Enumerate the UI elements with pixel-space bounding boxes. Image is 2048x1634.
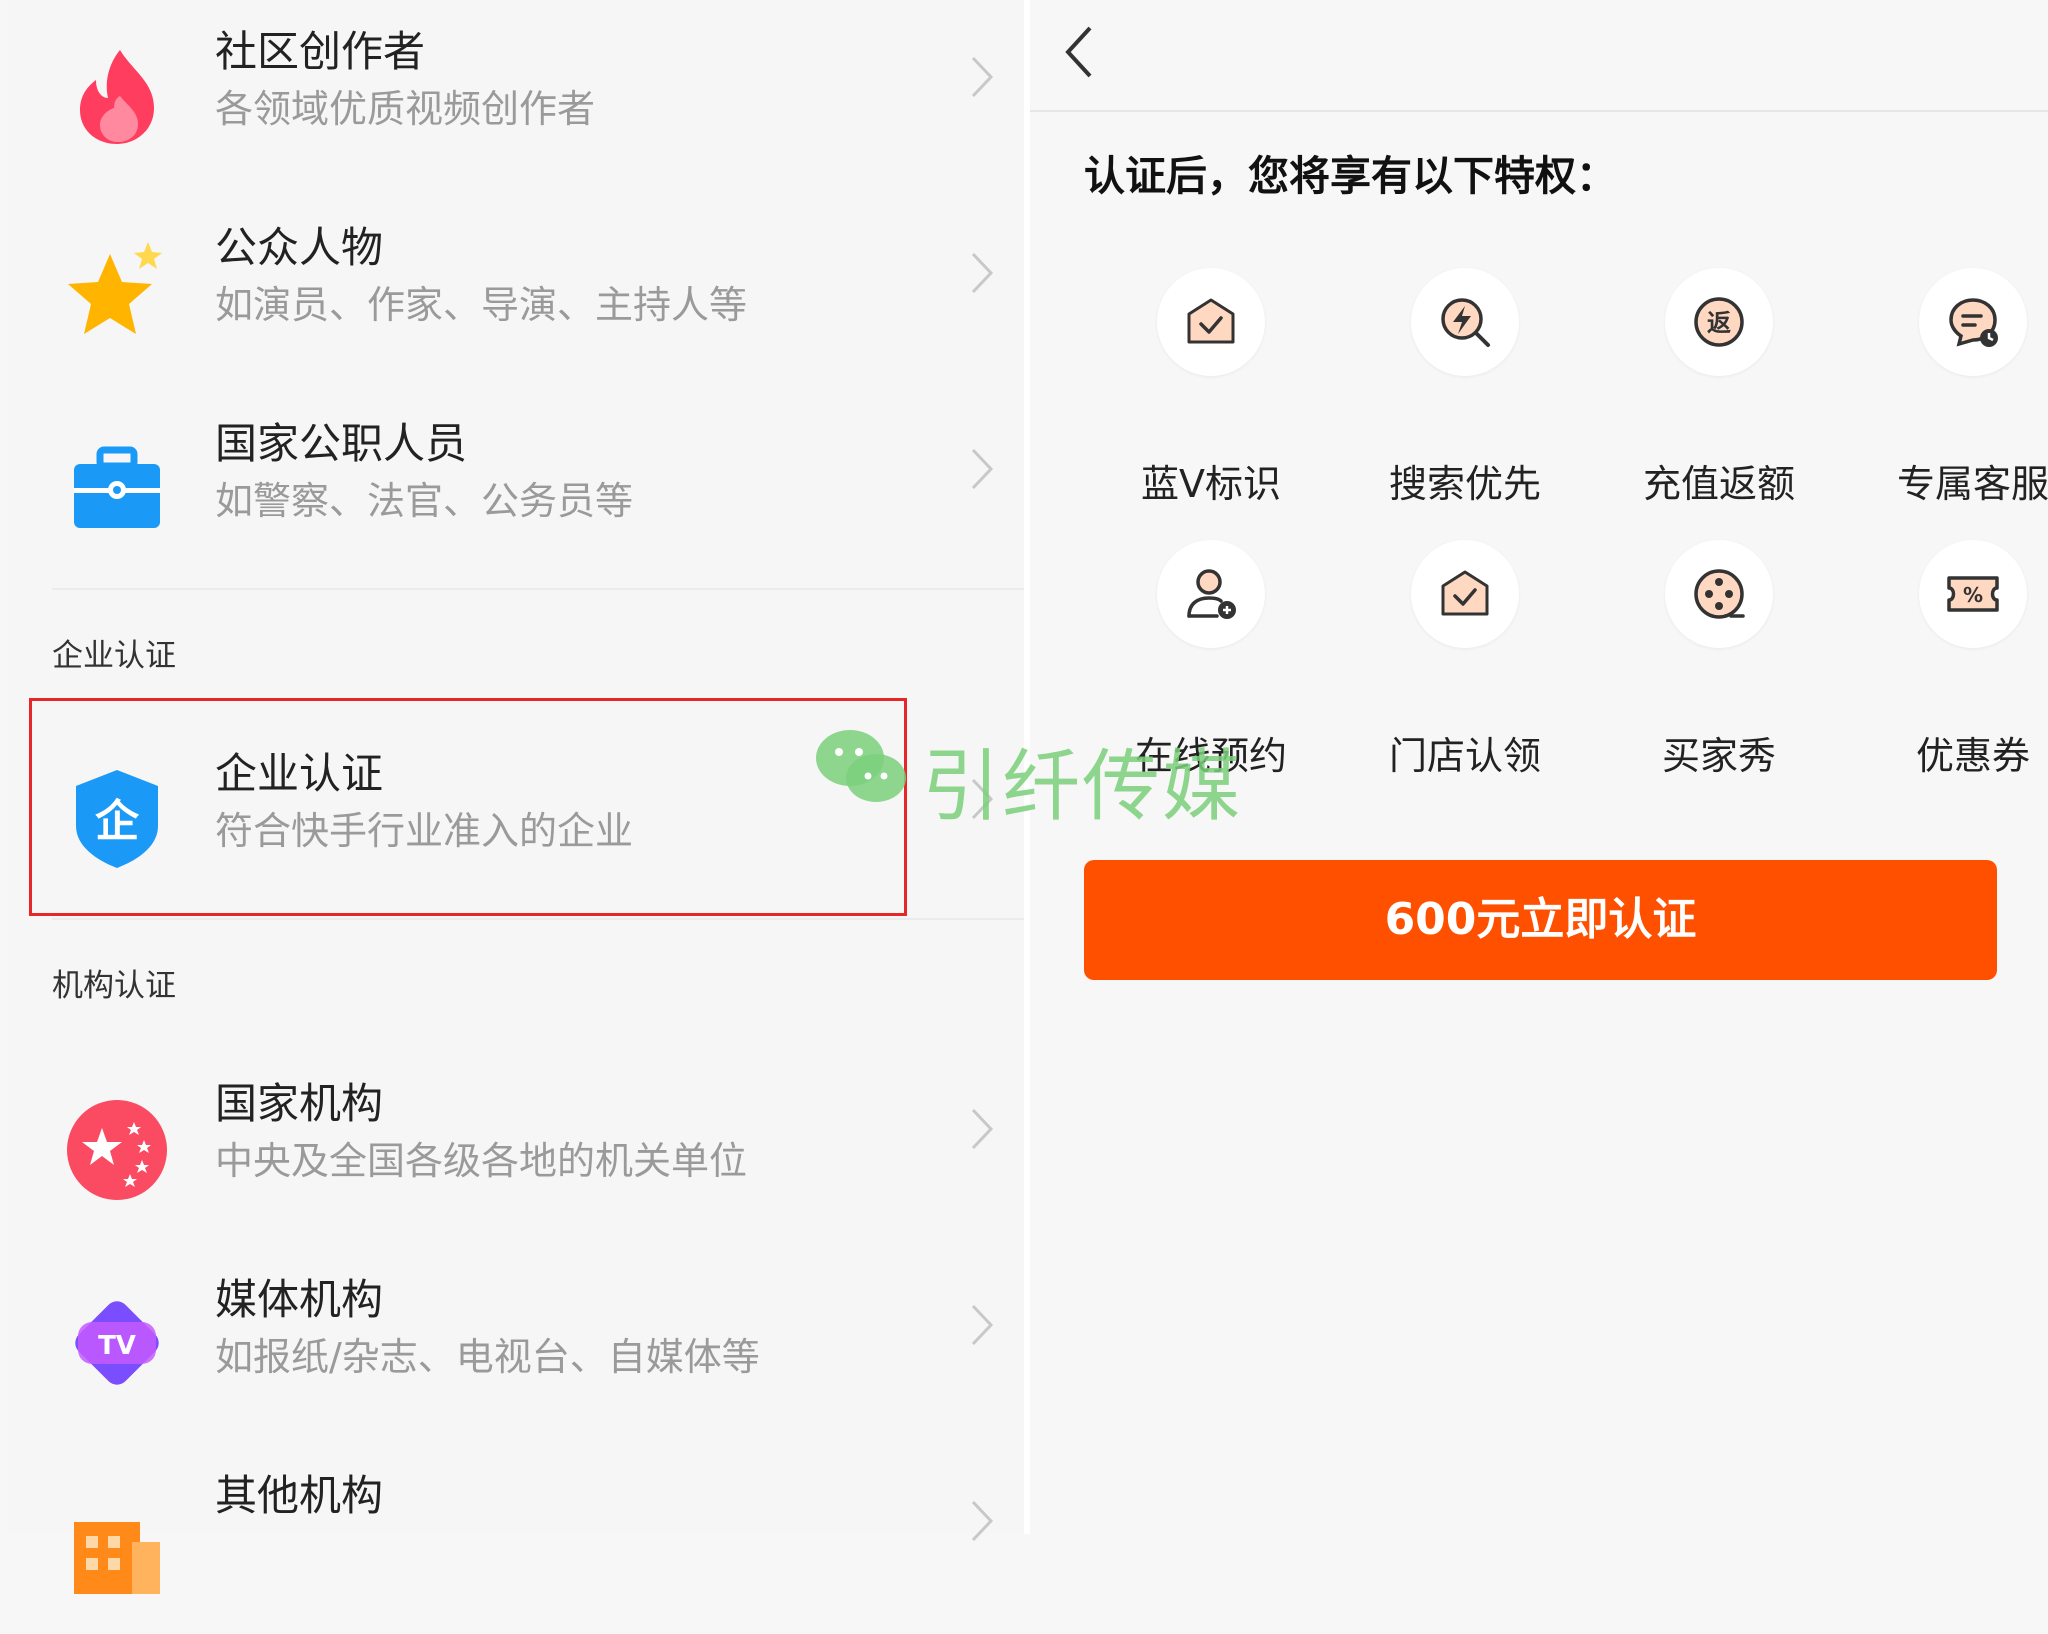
perk-customer-service[interactable]: 专属客服 [1846, 268, 2048, 518]
perk-label: 蓝V标识 [1141, 462, 1281, 506]
chevron-right-icon [971, 1500, 994, 1542]
perk-label: 在线预约 [1134, 734, 1287, 778]
perk-icon-circle [1157, 268, 1265, 376]
verify-now-button[interactable]: 600元立即认证 [1084, 860, 1997, 980]
perk-label: 搜索优先 [1388, 462, 1541, 506]
section-label-organization: 机构认证 [52, 968, 176, 1004]
list-item-civil-servant[interactable]: 国家公职人员 如警察、法官、公务员等 [7, 392, 1024, 582]
perk-online-booking[interactable]: 在线预约 [1084, 540, 1338, 790]
customer-service-icon [1949, 298, 1998, 347]
row-title: 国家机构 [215, 1079, 384, 1128]
perk-icon-circle [1665, 540, 1773, 648]
flame-icon [80, 50, 154, 144]
perk-blue-v[interactable]: 蓝V标识 [1084, 268, 1338, 518]
row-title: 其他机构 [215, 1471, 384, 1520]
row-title: 国家公职人员 [215, 419, 468, 468]
perk-coupon[interactable]: % 优惠券 [1846, 540, 2048, 790]
privileges-pane: 认证后，您将享有以下特权： 蓝V标识 搜索优先 返 充值返额 专属客服 在线预约… [1030, 0, 2048, 1534]
perk-store-claim[interactable]: 门店认领 [1338, 540, 1592, 790]
perk-label: 买家秀 [1661, 734, 1776, 778]
chevron-right-icon [971, 1304, 994, 1346]
list-item-national-agency[interactable]: 国家机构 中央及全国各级各地的机关单位 [7, 1052, 1024, 1242]
section-divider [52, 588, 1024, 590]
tv-badge-text: TV [98, 1331, 136, 1361]
national-stars-icon [67, 1100, 167, 1200]
highlight-box [29, 698, 907, 916]
building-icon [74, 1522, 160, 1594]
blue-v-badge-icon [1187, 298, 1235, 344]
buyer-show-icon [1694, 569, 1745, 619]
row-desc: 如演员、作家、导演、主持人等 [215, 283, 748, 327]
perk-cashback[interactable]: 返 充值返额 [1592, 268, 1846, 518]
perk-buyer-show[interactable]: 买家秀 [1592, 540, 1846, 790]
perk-search-priority[interactable]: 搜索优先 [1338, 268, 1592, 518]
coupon-char: % [1963, 583, 1983, 607]
perk-label: 门店认领 [1388, 734, 1541, 778]
online-booking-icon [1187, 569, 1236, 619]
chevron-right-icon [971, 448, 994, 490]
row-title: 公众人物 [215, 223, 384, 272]
row-desc: 中央及全国各级各地的机关单位 [215, 1139, 748, 1183]
perk-icon-circle [1411, 268, 1519, 376]
store-claim-icon [1441, 570, 1489, 616]
row-desc: 如警察、法官、公务员等 [215, 479, 634, 523]
cashback-icon: 返 [1694, 297, 1744, 347]
search-priority-icon [1441, 298, 1490, 347]
perk-label: 专属客服 [1896, 462, 2048, 506]
tv-icon: TV [75, 1301, 159, 1385]
list-item-media-agency[interactable]: TV 媒体机构 如报纸/杂志、电视台、自媒体等 [7, 1248, 1024, 1438]
row-desc: 各领域优质视频创作者 [215, 87, 596, 131]
row-title: 社区创作者 [215, 27, 426, 76]
privileges-heading: 认证后，您将享有以下特权： [1084, 152, 1617, 200]
perk-icon-circle: % [1919, 540, 2027, 648]
back-chevron-icon[interactable] [1060, 22, 1100, 82]
perk-icon-circle [1411, 540, 1519, 648]
row-title: 媒体机构 [215, 1275, 384, 1324]
chevron-right-icon [971, 252, 994, 294]
perk-icon-circle [1157, 540, 1265, 648]
row-desc: 如报纸/杂志、电视台、自媒体等 [215, 1335, 760, 1379]
chevron-right-icon [971, 1108, 994, 1150]
verification-type-list: 社区创作者 各领域优质视频创作者 公众人物 如演员、作家、导演、主持人等 国家公… [7, 0, 1024, 1594]
section-label-enterprise: 企业认证 [52, 638, 176, 674]
briefcase-icon [74, 446, 160, 528]
section-divider [52, 918, 1024, 920]
perk-label: 优惠券 [1915, 734, 2030, 778]
list-item-community-creator[interactable]: 社区创作者 各领域优质视频创作者 [7, 0, 1024, 190]
chevron-right-icon [971, 778, 994, 820]
coupon-icon: % [1947, 576, 1999, 612]
perk-icon-circle [1919, 268, 2027, 376]
star-icon [68, 242, 162, 334]
top-bar-divider [1030, 110, 2048, 112]
chevron-right-icon [971, 56, 994, 98]
cashback-char: 返 [1707, 309, 1731, 337]
list-item-public-figure[interactable]: 公众人物 如演员、作家、导演、主持人等 [7, 196, 1024, 386]
perk-label: 充值返额 [1642, 462, 1795, 506]
perk-icon-circle: 返 [1665, 268, 1773, 376]
list-item-other-organization[interactable]: 其他机构 [7, 1444, 1024, 1634]
